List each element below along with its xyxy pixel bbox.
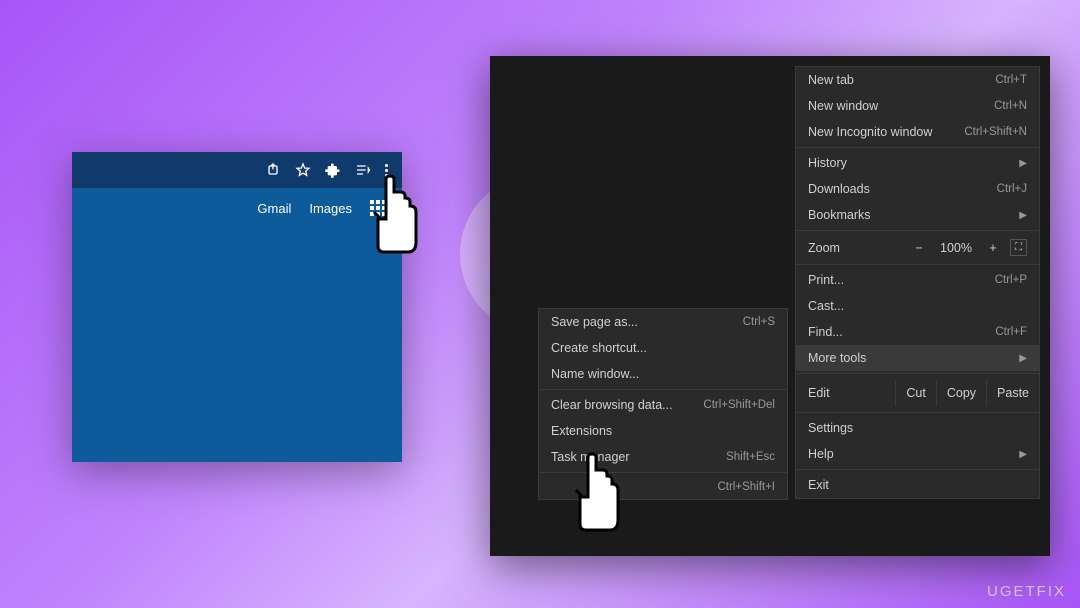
zoom-value: 100% xyxy=(936,241,976,255)
submenu-extensions[interactable]: Extensions xyxy=(539,418,787,444)
submenu-clear-browsing[interactable]: Clear browsing data...Ctrl+Shift+Del xyxy=(539,392,787,418)
submenu-name-window[interactable]: Name window... xyxy=(539,361,787,387)
zoom-label: Zoom xyxy=(808,241,840,255)
menu-exit[interactable]: Exit xyxy=(796,472,1039,498)
menu-find[interactable]: Find...Ctrl+F xyxy=(796,319,1039,345)
copy-button[interactable]: Copy xyxy=(936,380,986,406)
submenu-create-shortcut[interactable]: Create shortcut... xyxy=(539,335,787,361)
menu-bookmarks[interactable]: Bookmarks▶ xyxy=(796,202,1039,228)
reading-list-icon[interactable] xyxy=(355,162,371,178)
paste-button[interactable]: Paste xyxy=(986,380,1039,406)
images-link[interactable]: Images xyxy=(309,201,352,216)
cut-button[interactable]: Cut xyxy=(895,380,935,406)
google-nav: Gmail Images xyxy=(72,188,402,222)
kebab-menu-icon[interactable] xyxy=(385,164,388,177)
menu-incognito[interactable]: New Incognito windowCtrl+Shift+N xyxy=(796,119,1039,145)
menu-settings[interactable]: Settings xyxy=(796,415,1039,441)
menu-history[interactable]: History▶ xyxy=(796,150,1039,176)
extensions-icon[interactable] xyxy=(325,162,341,178)
zoom-in-button[interactable]: + xyxy=(984,241,1002,255)
gmail-link[interactable]: Gmail xyxy=(257,201,291,216)
menu-new-window[interactable]: New windowCtrl+N xyxy=(796,93,1039,119)
menu-downloads[interactable]: DownloadsCtrl+J xyxy=(796,176,1039,202)
chrome-window-left: Gmail Images xyxy=(72,152,402,462)
watermark: UGETFIX xyxy=(987,583,1066,600)
menu-help[interactable]: Help▶ xyxy=(796,441,1039,467)
menu-print[interactable]: Print...Ctrl+P xyxy=(796,267,1039,293)
menu-cast[interactable]: Cast... xyxy=(796,293,1039,319)
titlebar xyxy=(72,152,402,188)
zoom-out-button[interactable]: − xyxy=(910,241,928,255)
star-icon[interactable] xyxy=(295,162,311,178)
more-tools-submenu: Save page as...Ctrl+S Create shortcut...… xyxy=(538,308,788,500)
submenu-save-page[interactable]: Save page as...Ctrl+S xyxy=(539,309,787,335)
submenu-task-manager[interactable]: Task managerShift+Esc xyxy=(539,444,787,470)
chrome-window-right: New tabCtrl+T New windowCtrl+N New Incog… xyxy=(490,56,1050,556)
fullscreen-icon[interactable]: ⛶ xyxy=(1010,239,1027,256)
edit-label: Edit xyxy=(796,380,895,406)
share-icon[interactable] xyxy=(265,162,281,178)
chrome-main-menu: New tabCtrl+T New windowCtrl+N New Incog… xyxy=(795,66,1040,499)
menu-more-tools[interactable]: More tools▶ xyxy=(796,345,1039,371)
menu-edit-row: Edit Cut Copy Paste xyxy=(796,376,1039,410)
menu-zoom: Zoom − 100% + ⛶ xyxy=(796,233,1039,262)
menu-new-tab[interactable]: New tabCtrl+T xyxy=(796,67,1039,93)
apps-grid-icon[interactable] xyxy=(370,200,386,216)
submenu-dev-tools[interactable]: Ctrl+Shift+I xyxy=(539,475,787,499)
